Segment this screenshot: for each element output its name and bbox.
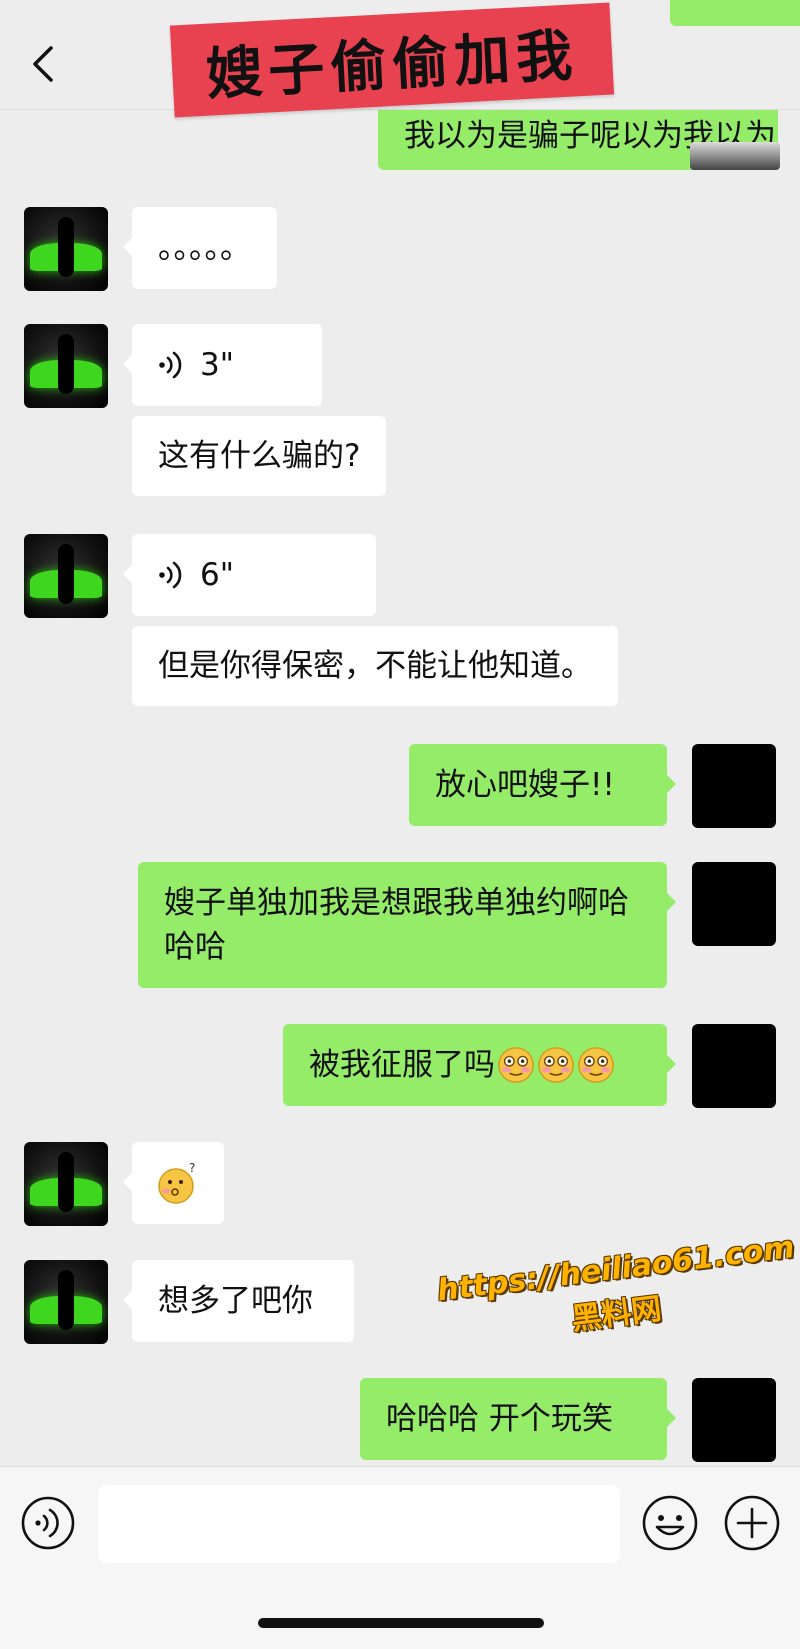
emoji-button[interactable]	[640, 1493, 700, 1553]
home-indicator[interactable]	[258, 1618, 544, 1628]
chevron-left-icon	[33, 46, 53, 82]
message-bubble-sent[interactable]: 放心吧嫂子!!	[409, 744, 676, 826]
voice-duration: 3"	[200, 347, 234, 383]
message-bubble-sent[interactable]: 嫂子单独加我是想跟我单独约啊哈哈哈	[138, 862, 676, 988]
voice-input-button[interactable]	[20, 1495, 76, 1551]
message-input[interactable]	[98, 1485, 620, 1563]
more-button[interactable]	[722, 1493, 782, 1553]
avatar-self[interactable]	[692, 862, 776, 946]
message-bubble-partial-top	[670, 0, 800, 26]
overlay-image	[690, 142, 780, 170]
message-text: 嫂子单独加我是想跟我单独约啊哈哈哈	[164, 885, 629, 965]
voice-wave-icon	[158, 350, 184, 380]
avatar-self[interactable]	[692, 1378, 776, 1462]
avatar-self[interactable]	[692, 1024, 776, 1108]
svg-text:?: ?	[189, 1161, 195, 1175]
message-bubble-received[interactable]: 想多了吧你	[123, 1260, 354, 1342]
message-text: 这有什么骗的?	[158, 438, 361, 474]
emoji-message-bubble[interactable]: ?	[123, 1142, 224, 1224]
message-text: 放心吧嫂子!!	[435, 767, 615, 803]
avatar-contact[interactable]	[24, 534, 108, 618]
flushed-emoji-icon	[538, 1047, 574, 1083]
message-bubble-sent[interactable]: 被我征服了吗	[283, 1024, 676, 1106]
message-text: 。。。。。	[158, 230, 251, 266]
flushed-emoji-icon	[498, 1047, 534, 1083]
flushed-emoji-icon	[578, 1047, 614, 1083]
voice-message-bubble[interactable]: 3"	[123, 324, 322, 406]
message-text: 但是你得保密，不能让他知道。	[158, 648, 592, 684]
message-text: 想多了吧你	[158, 1283, 313, 1319]
message-bubble-received[interactable]: 但是你得保密，不能让他知道。	[132, 626, 618, 706]
confused-emoji-icon: ?	[158, 1161, 195, 1204]
watermark: https://heiliao61.com 黑料网	[435, 1230, 796, 1373]
title-banner-text: 嫂子偷偷加我	[204, 22, 580, 108]
smiley-icon	[642, 1495, 698, 1551]
avatar-contact[interactable]	[24, 1260, 108, 1344]
avatar-self[interactable]	[692, 744, 776, 828]
message-bubble-received[interactable]: 。。。。。	[123, 207, 277, 289]
message-bubble-sent[interactable]: 哈哈哈 开个玩笑	[360, 1378, 676, 1460]
voice-duration: 6"	[200, 557, 234, 593]
input-bar	[0, 1466, 800, 1649]
title-banner: 嫂子偷偷加我	[169, 2, 615, 118]
message-text: 被我征服了吗	[309, 1047, 495, 1083]
avatar-contact[interactable]	[24, 324, 108, 408]
message-bubble-received[interactable]: 这有什么骗的?	[132, 416, 387, 496]
voice-input-icon	[21, 1496, 75, 1550]
back-button[interactable]	[28, 44, 58, 84]
plus-circle-icon	[724, 1495, 780, 1551]
voice-wave-icon	[158, 560, 184, 590]
avatar-contact[interactable]	[24, 1142, 108, 1226]
top-bar: 嫂子偷偷加我	[0, 0, 800, 118]
avatar-contact[interactable]	[24, 207, 108, 291]
voice-message-bubble[interactable]: 6"	[123, 534, 376, 616]
message-text: 哈哈哈 开个玩笑	[386, 1401, 613, 1437]
